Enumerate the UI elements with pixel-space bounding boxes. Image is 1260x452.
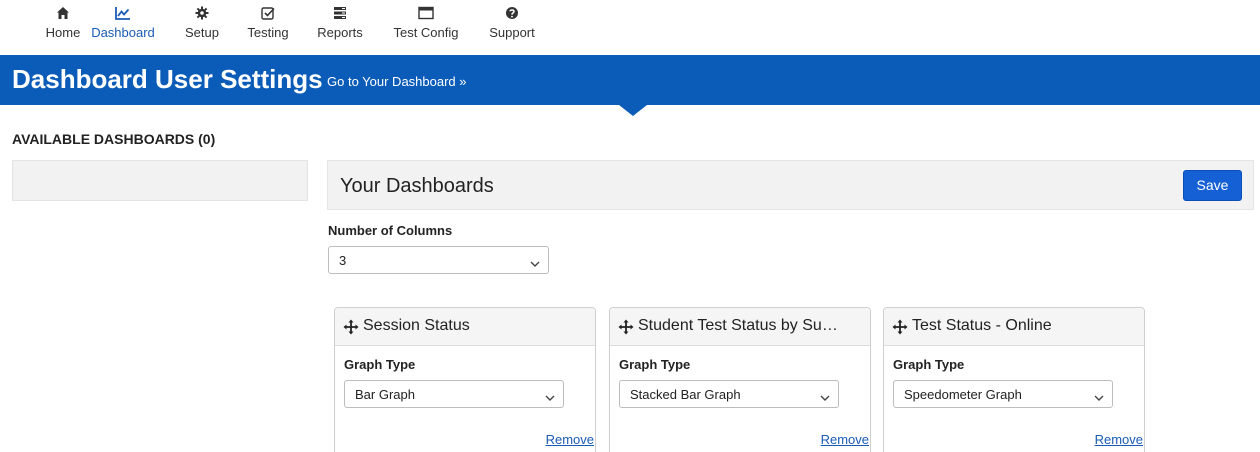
page-banner: Dashboard User Settings Go to Your Dashb… bbox=[0, 55, 1260, 105]
nav-dashboard[interactable]: Dashboard bbox=[88, 6, 158, 40]
card-header: Student Test Status by Su… bbox=[610, 308, 870, 346]
nav-reports[interactable]: Reports bbox=[313, 6, 367, 40]
remove-link[interactable]: Remove bbox=[821, 432, 869, 447]
dashboard-card-session-status: Session Status Graph Type Bar Graph Remo… bbox=[334, 307, 596, 452]
your-dashboards-title: Your Dashboards bbox=[340, 175, 494, 197]
nav-setup[interactable]: Setup bbox=[182, 6, 222, 40]
nav-support-label: Support bbox=[489, 25, 535, 40]
card-title: Test Status - Online bbox=[912, 317, 1052, 334]
graph-type-label: Graph Type bbox=[893, 357, 965, 372]
number-of-columns-label: Number of Columns bbox=[328, 223, 453, 238]
chevron-down-icon bbox=[545, 390, 555, 405]
move-icon[interactable] bbox=[343, 319, 359, 340]
remove-link[interactable]: Remove bbox=[546, 432, 594, 447]
move-icon[interactable] bbox=[892, 319, 908, 340]
graph-type-select[interactable]: Stacked Bar Graph bbox=[619, 380, 839, 408]
nav-testing[interactable]: Testing bbox=[243, 6, 293, 40]
nav-home[interactable]: Home bbox=[40, 6, 86, 40]
nav-dashboard-label: Dashboard bbox=[91, 25, 155, 40]
checkbox-icon bbox=[243, 6, 293, 24]
nav-support[interactable]: Support bbox=[484, 6, 540, 40]
remove-link[interactable]: Remove bbox=[1095, 432, 1143, 447]
available-dashboards-list bbox=[12, 160, 308, 201]
card-title: Session Status bbox=[363, 317, 470, 334]
your-dashboards-header: Your Dashboards Save bbox=[327, 160, 1254, 210]
page-title: Dashboard User Settings bbox=[12, 64, 323, 94]
go-to-dashboard-link[interactable]: Go to Your Dashboard » bbox=[327, 74, 467, 89]
nav-home-label: Home bbox=[45, 25, 81, 40]
number-of-columns-select[interactable]: 3 bbox=[328, 246, 549, 274]
save-button[interactable]: Save bbox=[1183, 170, 1242, 201]
help-icon bbox=[484, 6, 540, 24]
card-title: Student Test Status by Su… bbox=[638, 317, 838, 334]
card-header: Session Status bbox=[335, 308, 595, 346]
chevron-down-icon bbox=[530, 256, 540, 271]
graph-type-label: Graph Type bbox=[619, 357, 691, 372]
banner-pointer bbox=[619, 105, 647, 116]
graph-type-value: Bar Graph bbox=[355, 387, 415, 402]
chevron-down-icon bbox=[820, 390, 830, 405]
dashboard-card-test-status-online: Test Status - Online Graph Type Speedome… bbox=[883, 307, 1145, 452]
card-header: Test Status - Online bbox=[884, 308, 1144, 346]
graph-type-value: Speedometer Graph bbox=[904, 387, 1022, 402]
available-dashboards-heading: AVAILABLE DASHBOARDS (0) bbox=[12, 131, 216, 147]
nav-testing-label: Testing bbox=[247, 25, 289, 40]
chevron-down-icon bbox=[1094, 390, 1104, 405]
top-navigation: Home Dashboard Setup Testing Reports Tes… bbox=[0, 0, 1260, 52]
gear-icon bbox=[182, 6, 222, 24]
nav-test-config[interactable]: Test Config bbox=[388, 6, 464, 40]
home-icon bbox=[40, 6, 86, 24]
nav-test-config-label: Test Config bbox=[393, 25, 459, 40]
dashboard-chart-icon bbox=[88, 6, 158, 24]
dashboard-card-student-test-status: Student Test Status by Su… Graph Type St… bbox=[609, 307, 871, 452]
graph-type-select[interactable]: Speedometer Graph bbox=[893, 380, 1113, 408]
graph-type-select[interactable]: Bar Graph bbox=[344, 380, 564, 408]
move-icon[interactable] bbox=[618, 319, 634, 340]
number-of-columns-value: 3 bbox=[339, 253, 347, 268]
graph-type-value: Stacked Bar Graph bbox=[630, 387, 741, 402]
nav-reports-label: Reports bbox=[317, 25, 363, 40]
graph-type-label: Graph Type bbox=[344, 357, 416, 372]
window-icon bbox=[388, 6, 464, 24]
nav-setup-label: Setup bbox=[185, 25, 219, 40]
reports-icon bbox=[313, 6, 367, 24]
